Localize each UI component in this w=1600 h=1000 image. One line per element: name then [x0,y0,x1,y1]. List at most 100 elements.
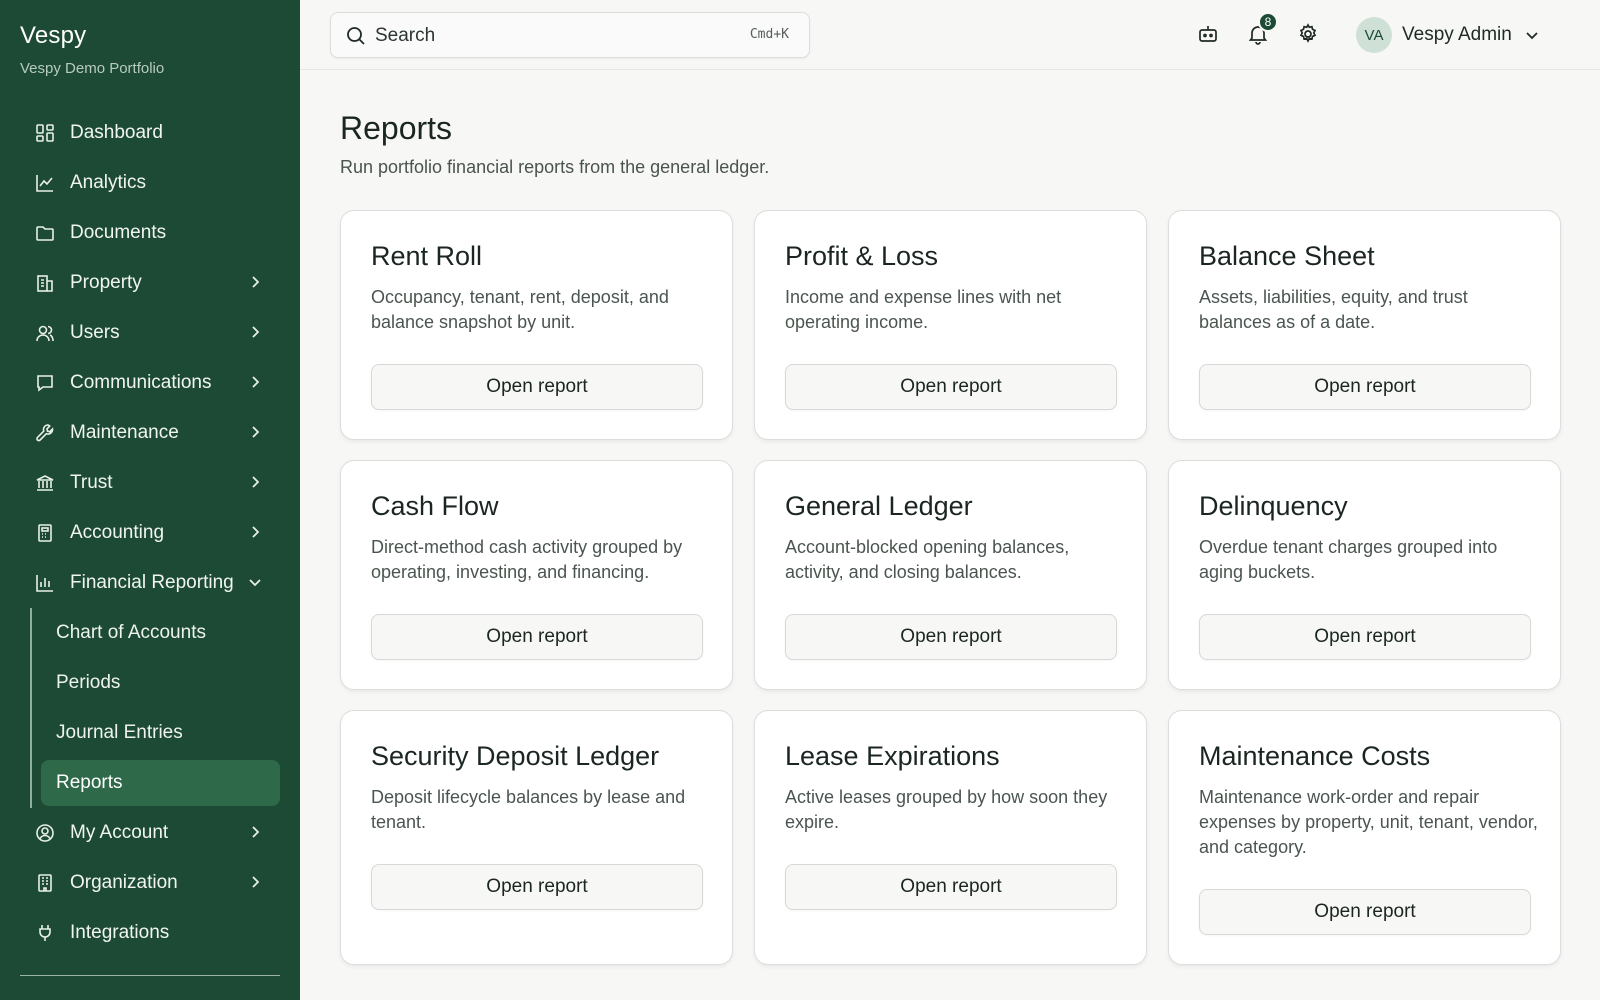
page-title: Reports [340,110,453,146]
report-description: Direct-method cash activity grouped by o… [371,537,683,582]
report-description: Income and expense lines with net operat… [785,287,1062,332]
page-subtitle: Run portfolio financial reports from the… [340,157,770,177]
building-icon [34,272,56,294]
message-icon [34,372,56,394]
sidebar-item-financial-reporting[interactable]: Financial Reporting [0,558,300,608]
plug-icon [34,922,56,944]
sidebar-item-trust[interactable]: Trust [0,458,300,508]
financial-reporting-subnav: Chart of Accounts Periods Journal Entrie… [0,608,300,808]
bot-icon [1199,26,1217,42]
chevron-right-icon [252,876,260,888]
report-title: Lease Expirations [785,741,1000,771]
sidebar-item-reports[interactable]: Reports [41,760,280,806]
report-card-maintenance-costs: Maintenance Costs Maintenance work-order… [1168,710,1561,965]
report-title: Rent Roll [371,241,483,271]
brand: Vespy Vespy Demo Portfolio [20,22,164,77]
search-icon [347,27,365,45]
sidebar-item-organization[interactable]: Organization [0,858,300,908]
report-description: Occupancy, tenant, rent, deposit, and ba… [371,287,669,332]
report-title: Balance Sheet [1199,241,1375,271]
chevron-down-icon [249,579,261,587]
sidebar-item-accounting[interactable]: Accounting [0,508,300,558]
notification-badge: 8 [1258,12,1278,32]
user-name: Vespy Admin [1402,24,1512,45]
open-report-button[interactable]: Open report [1199,614,1531,660]
sidebar-item-chart-of-accounts[interactable]: Chart of Accounts [0,608,300,658]
sidebar-item-analytics[interactable]: Analytics [0,158,300,208]
chevron-right-icon [252,526,260,538]
avatar: VA [1356,17,1392,53]
chevron-right-icon [252,376,260,388]
report-description: Active leases grouped by how soon they e… [785,787,1108,832]
report-title: General Ledger [785,491,973,521]
open-report-button[interactable]: Open report [371,364,703,410]
chevron-right-icon [252,276,260,288]
sidebar-item-label: Organization [70,872,178,893]
sidebar-item-documents[interactable]: Documents [0,208,300,258]
open-report-button[interactable]: Open report [1199,364,1531,410]
sidebar-item-maintenance[interactable]: Maintenance [0,408,300,458]
gear-icon [1299,23,1317,43]
sidebar-item-label: Integrations [70,922,170,943]
sidebar-item-label: Users [70,322,120,343]
sidebar-item-journal-entries[interactable]: Journal Entries [0,708,300,758]
sidebar-item-periods[interactable]: Periods [0,658,300,708]
report-card-rent-roll: Rent Roll Occupancy, tenant, rent, depos… [340,210,733,440]
sidebar-item-label: My Account [70,822,169,843]
open-report-button[interactable]: Open report [785,864,1117,910]
bar-chart-icon [34,572,56,594]
report-title: Cash Flow [371,491,499,521]
search-shortcut: Cmd+K [749,27,789,42]
sidebar-nav: Dashboard Analytics Documents Property U… [0,108,300,958]
report-card-lease-expirations: Lease Expirations Active leases grouped … [754,710,1147,965]
sidebar: Vespy Vespy Demo Portfolio Dashboard Ana… [0,0,300,1000]
sidebar-item-label: Maintenance [70,422,179,443]
open-report-button[interactable]: Open report [371,864,703,910]
report-title: Profit & Loss [785,241,939,271]
wrench-icon [34,422,56,444]
report-card-security-deposit-ledger: Security Deposit Ledger Deposit lifecycl… [340,710,733,965]
report-card-profit-loss: Profit & Loss Income and expense lines w… [754,210,1147,440]
chevron-right-icon [252,326,260,338]
sidebar-item-label: Communications [70,372,212,393]
report-title: Delinquency [1199,491,1348,521]
report-card-delinquency: Delinquency Overdue tenant charges group… [1168,460,1561,690]
user-menu[interactable]: VA Vespy Admin [1356,17,1540,53]
portfolio-name[interactable]: Vespy Demo Portfolio [20,60,164,77]
report-description: Assets, liabilities, equity, and trust b… [1199,287,1468,332]
report-description: Deposit lifecycle balances by lease and … [371,787,686,832]
sidebar-item-my-account[interactable]: My Account [0,808,300,858]
report-description: Maintenance work-order and repair expens… [1199,787,1538,857]
bank-icon [34,472,56,494]
calculator-icon [34,522,56,544]
open-report-button[interactable]: Open report [1199,889,1531,935]
open-report-button[interactable]: Open report [785,614,1117,660]
folder-icon [34,222,56,244]
sidebar-item-label: Property [70,272,142,293]
assistant-button[interactable] [1196,22,1220,46]
topbar: Cmd+K 8 VA Vespy Admin [300,0,1600,70]
report-card-balance-sheet: Balance Sheet Assets, liabilities, equit… [1168,210,1561,440]
main-content: Cmd+K 8 VA Vespy Admin Reports Run portf… [300,0,1600,1000]
chevron-right-icon [252,426,260,438]
sidebar-item-label: Accounting [70,522,165,543]
report-description: Account-blocked opening balances, activi… [785,537,1070,582]
chart-line-icon [34,172,56,194]
notifications-button[interactable]: 8 [1246,12,1278,46]
chevron-down-icon [1526,32,1538,40]
sidebar-item-property[interactable]: Property [0,258,300,308]
brand-name: Vespy [20,22,87,49]
sidebar-item-communications[interactable]: Communications [0,358,300,408]
sidebar-item-dashboard[interactable]: Dashboard [0,108,300,158]
dashboard-icon [34,122,56,144]
sidebar-item-users[interactable]: Users [0,308,300,358]
open-report-button[interactable]: Open report [785,364,1117,410]
search-input[interactable] [375,21,715,51]
account-circle-icon [34,822,56,844]
sidebar-item-label: Trust [70,472,113,493]
sidebar-item-label: Financial Reporting [70,572,234,593]
open-report-button[interactable]: Open report [371,614,703,660]
sidebar-item-integrations[interactable]: Integrations [0,908,300,958]
settings-button[interactable] [1296,22,1320,46]
search-box[interactable]: Cmd+K [330,12,810,58]
